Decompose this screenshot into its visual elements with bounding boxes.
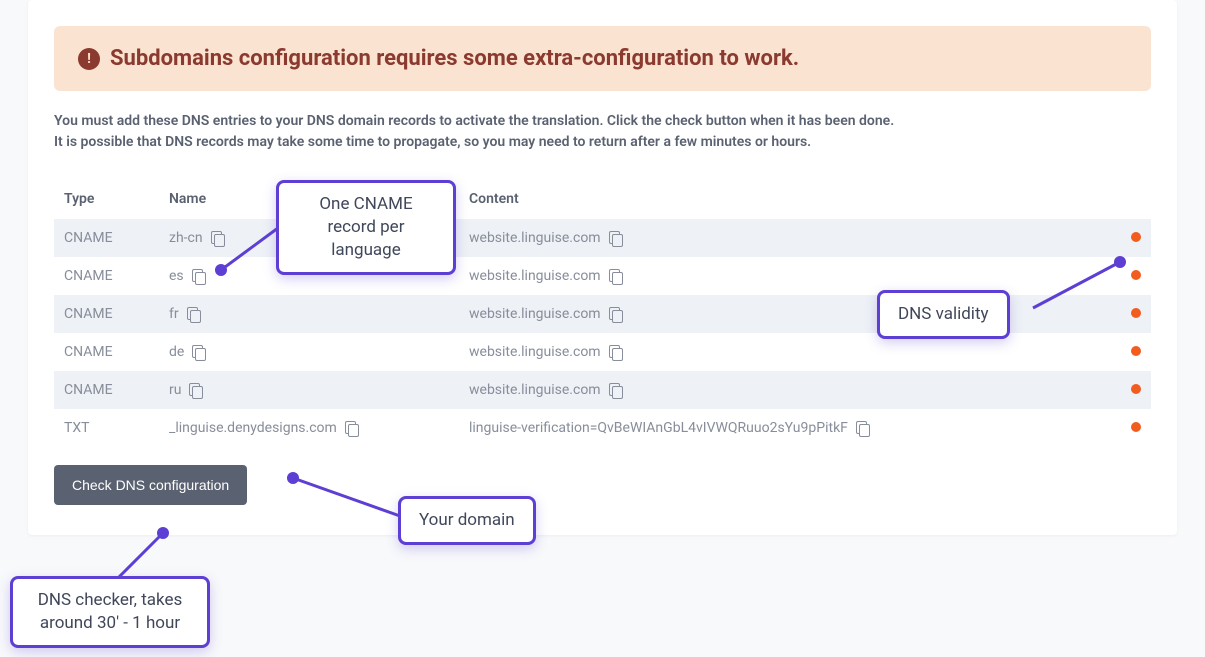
cell-status <box>1111 219 1151 257</box>
annotation-checker: DNS checker, takes around 30' - 1 hour <box>10 576 210 648</box>
copy-icon[interactable] <box>192 269 206 283</box>
cell-type: CNAME <box>54 257 159 295</box>
annotation-validity: DNS validity <box>877 290 1010 339</box>
cell-type: CNAME <box>54 333 159 371</box>
status-dot-icon <box>1131 422 1141 432</box>
cell-name-text: de <box>169 344 184 360</box>
status-dot-icon <box>1131 270 1141 280</box>
cell-name: _linguise.denydesigns.com <box>159 409 459 447</box>
callout-dot <box>215 264 227 276</box>
alert-icon: ! <box>78 48 100 70</box>
cell-name: fr <box>159 295 459 333</box>
cell-status <box>1111 409 1151 447</box>
copy-icon[interactable] <box>345 421 359 435</box>
status-dot-icon <box>1131 346 1141 356</box>
copy-icon[interactable] <box>609 345 623 359</box>
cell-content: website.linguise.com <box>459 219 1111 257</box>
copy-icon[interactable] <box>609 269 623 283</box>
status-dot-icon <box>1131 232 1141 242</box>
alert-title: Subdomains configuration requires some e… <box>110 46 799 71</box>
instructions-line-2: It is possible that DNS records may take… <box>54 132 1151 153</box>
col-header-status <box>1111 181 1151 219</box>
table-row: CNAME ru website.linguise.com <box>54 371 1151 409</box>
instructions-block: You must add these DNS entries to your D… <box>54 111 1151 153</box>
instructions-line-1: You must add these DNS entries to your D… <box>54 111 1151 132</box>
copy-icon[interactable] <box>609 307 623 321</box>
copy-icon[interactable] <box>187 307 201 321</box>
cell-name: ru <box>159 371 459 409</box>
cell-content-text: website.linguise.com <box>469 268 601 284</box>
table-row: CNAME zh-cn website.linguise.com <box>54 219 1151 257</box>
cell-content-text: website.linguise.com <box>469 230 601 246</box>
cell-status <box>1111 295 1151 333</box>
cell-content: website.linguise.com <box>459 257 1111 295</box>
copy-icon[interactable] <box>189 383 203 397</box>
cell-type: TXT <box>54 409 159 447</box>
cell-content: website.linguise.com <box>459 295 1111 333</box>
annotation-domain: Your domain <box>398 496 536 545</box>
col-header-content: Content <box>459 181 1111 219</box>
copy-icon[interactable] <box>856 421 870 435</box>
dns-config-panel: ! Subdomains configuration requires some… <box>28 0 1177 535</box>
copy-icon[interactable] <box>192 345 206 359</box>
cell-name-text: ru <box>169 382 181 398</box>
cell-content-text: website.linguise.com <box>469 306 601 322</box>
status-dot-icon <box>1131 384 1141 394</box>
cell-status <box>1111 333 1151 371</box>
cell-name-text: es <box>169 268 184 284</box>
alert-banner: ! Subdomains configuration requires some… <box>54 26 1151 91</box>
cell-content-text: website.linguise.com <box>469 344 601 360</box>
cell-name-text: fr <box>169 306 179 322</box>
cell-content-text: linguise-verification=QvBeWIAnGbL4vIVWQR… <box>469 420 848 436</box>
status-dot-icon <box>1131 308 1141 318</box>
copy-icon[interactable] <box>211 231 225 245</box>
annotation-cname: One CNAME record per language <box>276 180 456 275</box>
cell-content: linguise-verification=QvBeWIAnGbL4vIVWQR… <box>459 409 1111 447</box>
cell-content: website.linguise.com <box>459 333 1111 371</box>
cell-name: de <box>159 333 459 371</box>
callout-dot <box>287 472 299 484</box>
table-header-row: Type Name Content <box>54 181 1151 219</box>
cell-content-text: website.linguise.com <box>469 382 601 398</box>
copy-icon[interactable] <box>609 383 623 397</box>
cell-type: CNAME <box>54 295 159 333</box>
table-row: TXT _linguise.denydesigns.com linguise-ver… <box>54 409 1151 447</box>
check-dns-button[interactable]: Check DNS configuration <box>54 465 247 505</box>
cell-name-text: zh-cn <box>169 230 203 246</box>
copy-icon[interactable] <box>609 231 623 245</box>
callout-dot <box>1114 256 1126 268</box>
cell-content: website.linguise.com <box>459 371 1111 409</box>
col-header-type: Type <box>54 181 159 219</box>
cell-status <box>1111 371 1151 409</box>
cell-type: CNAME <box>54 219 159 257</box>
cell-type: CNAME <box>54 371 159 409</box>
cell-name-text: _linguise.denydesigns.com <box>169 420 337 436</box>
callout-dot <box>157 527 169 539</box>
